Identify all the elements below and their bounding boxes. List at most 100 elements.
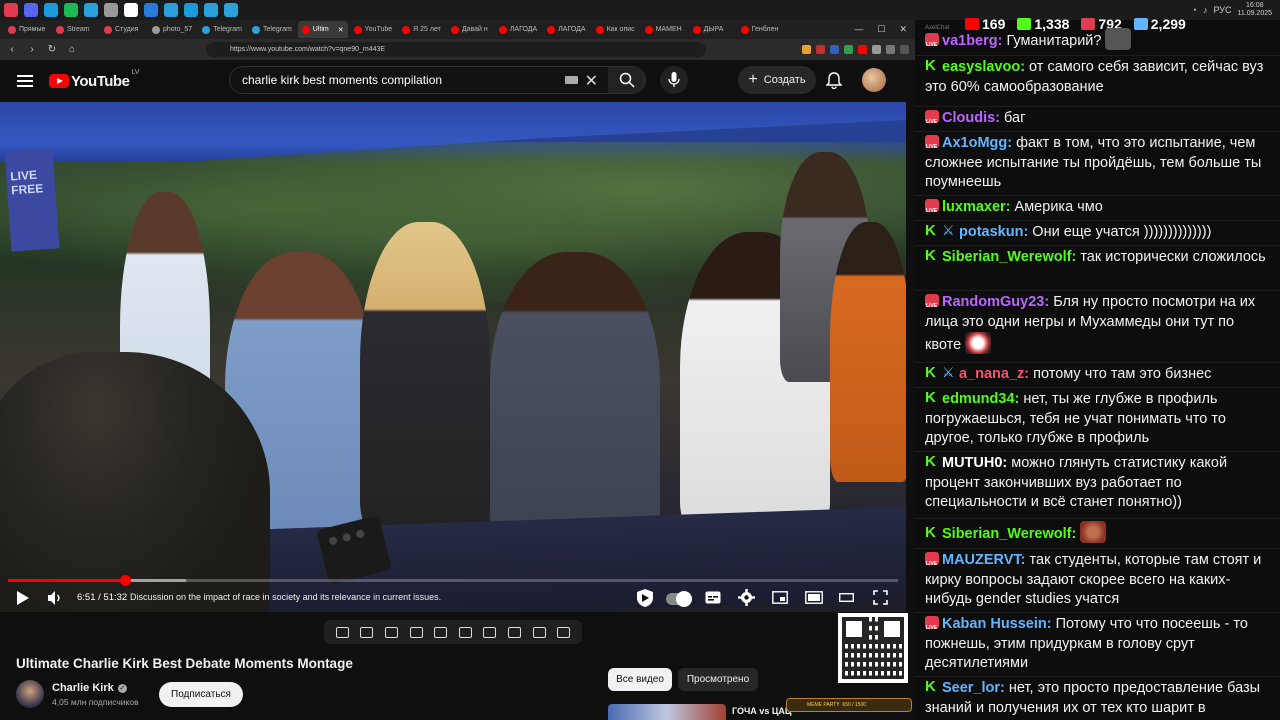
- chat-nickname[interactable]: luxmaxer:: [942, 199, 1011, 215]
- chat-nickname[interactable]: va1berg:: [942, 33, 1002, 49]
- browser-tab[interactable]: Я 25 лет: [398, 21, 445, 38]
- theater-mode-icon[interactable]: [805, 591, 823, 604]
- loop-icon[interactable]: [335, 626, 349, 638]
- close-window-icon[interactable]: ✕: [899, 24, 907, 35]
- chat-nickname[interactable]: a_nana_z:: [959, 366, 1029, 382]
- browser-tab[interactable]: Ultim ✕: [297, 21, 348, 38]
- subtitles-icon[interactable]: [705, 591, 721, 604]
- autoplay-toggle[interactable]: [666, 591, 692, 607]
- taskbar-app-icon[interactable]: [104, 3, 118, 17]
- browser-tab[interactable]: Давай н: [447, 21, 493, 38]
- forward-icon[interactable]: ›: [26, 44, 38, 55]
- browser-tab[interactable]: Прямые: [4, 21, 50, 38]
- chat-nickname[interactable]: MUTUH0:: [942, 455, 1007, 471]
- audio-icon[interactable]: [360, 626, 374, 638]
- chat-nickname[interactable]: Ax1oMgg:: [942, 135, 1012, 151]
- account-avatar[interactable]: [862, 68, 886, 92]
- extension-icon[interactable]: [886, 45, 895, 54]
- video-player[interactable]: LIVE FREE: [0, 102, 906, 612]
- browser-tab[interactable]: Stream: [52, 21, 98, 38]
- address-bar[interactable]: https://www.youtube.com/watch?v=qne90_m4…: [206, 42, 706, 57]
- video-progress-bar[interactable]: [8, 575, 898, 586]
- browser-tab[interactable]: Telegram: [198, 21, 246, 38]
- browser-tab[interactable]: МАМЕН: [641, 21, 687, 38]
- chat-nickname[interactable]: Siberian_Werewolf:: [942, 249, 1076, 265]
- filter-icon[interactable]: [458, 626, 472, 638]
- create-button[interactable]: + Создать: [738, 66, 816, 94]
- taskbar-app-icon[interactable]: [224, 3, 238, 17]
- notifications-bell-icon[interactable]: [825, 72, 843, 94]
- browser-tab[interactable]: photo_57: [148, 21, 196, 38]
- chat-nickname[interactable]: Cloudis:: [942, 110, 1000, 126]
- miniplayer-icon[interactable]: [772, 591, 788, 604]
- chat-nickname[interactable]: edmund34:: [942, 391, 1019, 407]
- maximize-icon[interactable]: ☐: [877, 24, 885, 35]
- extension-icon[interactable]: [900, 45, 909, 54]
- chat-nickname[interactable]: MAUZERVT:: [942, 552, 1026, 568]
- channel-avatar[interactable]: [16, 680, 44, 708]
- youtube-logo[interactable]: YouTube LV: [49, 69, 139, 90]
- recommended-video-title[interactable]: ГОЧА vs ЦАЦ: [732, 706, 791, 716]
- browser-tab[interactable]: Telegram: [248, 21, 296, 38]
- chip-all-videos[interactable]: Все видео: [608, 668, 672, 691]
- close-tab-icon[interactable]: ✕: [338, 26, 344, 34]
- resize-icon[interactable]: [434, 626, 448, 638]
- options-gear-icon[interactable]: [557, 626, 571, 638]
- taskbar-app-icon[interactable]: [144, 3, 158, 17]
- menu-icon[interactable]: [17, 75, 33, 87]
- taskbar-app-icon[interactable]: [124, 3, 138, 17]
- chapter-title[interactable]: Discussion on the impact of race in soci…: [130, 592, 441, 602]
- taskbar-app-icon[interactable]: [204, 3, 218, 17]
- adblock-shield-icon[interactable]: [636, 588, 654, 608]
- chip-watched[interactable]: Просмотрено: [678, 668, 758, 691]
- extension-icon[interactable]: [858, 45, 867, 54]
- add-icon[interactable]: [507, 626, 521, 638]
- settings-gear-icon[interactable]: [738, 589, 755, 606]
- search-input[interactable]: charlie kirk best moments compilation ✕: [229, 66, 609, 94]
- browser-tab[interactable]: ЛАГОДА: [543, 21, 589, 38]
- browser-tab[interactable]: YouTube: [350, 21, 397, 38]
- cast-icon[interactable]: [839, 593, 854, 602]
- taskbar-app-icon[interactable]: [44, 3, 58, 17]
- channel-name-link[interactable]: Charlie Kirk ✓: [52, 682, 127, 694]
- extension-icon[interactable]: [844, 45, 853, 54]
- clock[interactable]: 16:08 11.09.2025: [1237, 2, 1272, 18]
- chat-nickname[interactable]: Seer_lor:: [942, 680, 1005, 696]
- chat-nickname[interactable]: Kaban Hussein:: [942, 616, 1052, 632]
- screenshot-icon[interactable]: [532, 626, 546, 638]
- back-icon[interactable]: ‹: [6, 44, 18, 55]
- chat-nickname[interactable]: RandomGuy23:: [942, 294, 1049, 310]
- keyboard-icon[interactable]: [565, 76, 578, 84]
- browser-tab[interactable]: Генблен: [737, 21, 783, 38]
- taskbar-app-icon[interactable]: [4, 3, 18, 17]
- search-button[interactable]: [608, 66, 646, 94]
- minimize-icon[interactable]: —: [854, 24, 863, 35]
- volume-icon[interactable]: ♪: [1203, 5, 1208, 15]
- browser-tab[interactable]: Студия: [100, 21, 146, 38]
- voice-search-button[interactable]: [660, 66, 688, 94]
- popup-icon[interactable]: [384, 626, 398, 638]
- play-button[interactable]: [16, 590, 30, 606]
- chat-nickname[interactable]: potaskun:: [959, 224, 1028, 240]
- taskbar-app-icon[interactable]: [24, 3, 38, 17]
- taskbar-app-icon[interactable]: [84, 3, 98, 17]
- cinema-icon[interactable]: [409, 626, 423, 638]
- extension-icon[interactable]: [816, 45, 825, 54]
- fullscreen-icon[interactable]: [873, 590, 888, 605]
- extension-icon[interactable]: [830, 45, 839, 54]
- speed-icon[interactable]: [483, 626, 497, 638]
- clear-search-icon[interactable]: ✕: [585, 71, 598, 91]
- extension-icon[interactable]: [872, 45, 881, 54]
- taskbar-app-icon[interactable]: [164, 3, 178, 17]
- volume-button[interactable]: [47, 590, 63, 606]
- chat-nickname[interactable]: Siberian_Werewolf:: [942, 526, 1076, 542]
- taskbar-app-icon[interactable]: [184, 3, 198, 17]
- recommended-video-thumbnail[interactable]: [608, 704, 726, 720]
- extension-icon[interactable]: [802, 45, 811, 54]
- browser-tab[interactable]: ДЫРА: [689, 21, 735, 38]
- subscribe-button[interactable]: Подписаться: [159, 682, 243, 707]
- browser-tab[interactable]: Как опис: [592, 21, 639, 38]
- browser-tab[interactable]: ЛАГОДА: [495, 21, 541, 38]
- home-icon[interactable]: ⌂: [66, 44, 78, 55]
- language-indicator[interactable]: РУС: [1213, 5, 1231, 15]
